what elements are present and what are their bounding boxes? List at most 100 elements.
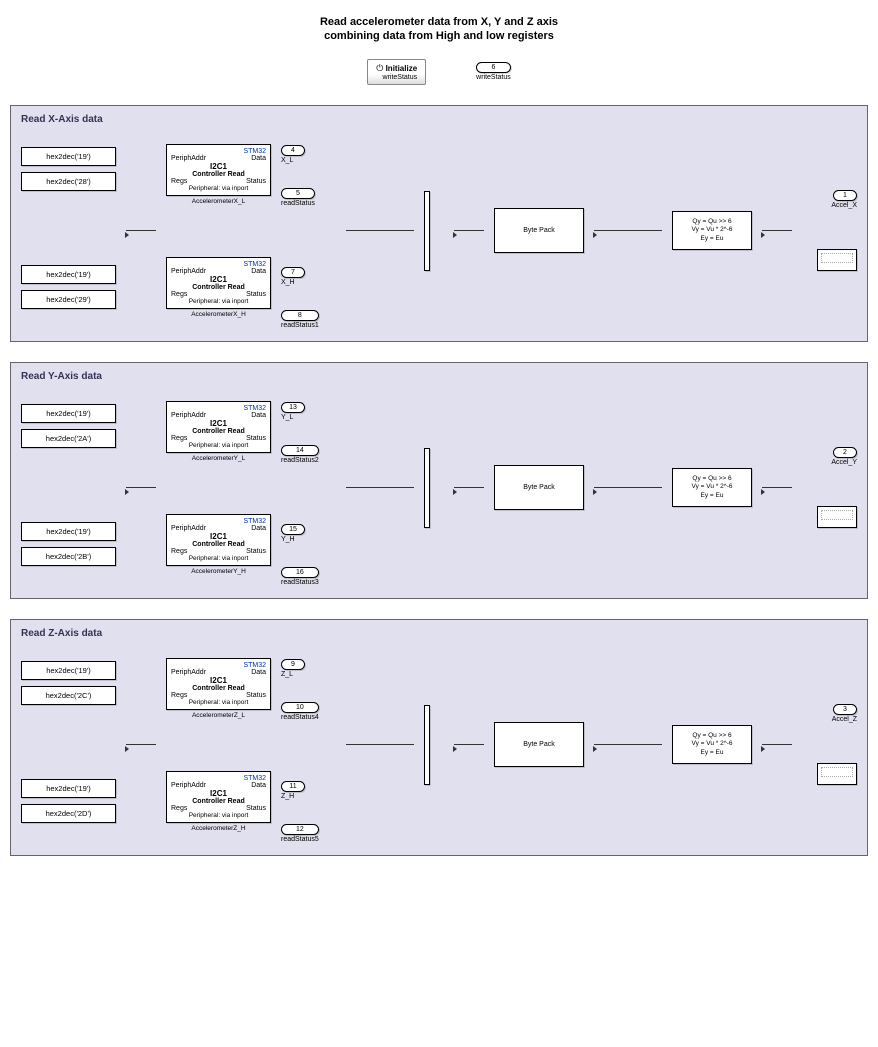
outport-data-high[interactable]: 11 — [281, 781, 305, 792]
shift-arithmetic-block[interactable]: Qy = Qu >> 6 Vy = Vu * 2^-6 Ey = Eu — [672, 725, 752, 764]
peripheral-text: Peripheral: via inport — [171, 699, 266, 706]
i2c-reader-low[interactable]: STM32 PeriphAddrData I2C1 Controller Rea… — [166, 401, 271, 453]
peripheral-text: Peripheral: via inport — [171, 812, 266, 819]
display-block[interactable] — [817, 249, 857, 271]
outport-status-low[interactable]: 5 — [281, 188, 315, 199]
outport-status-low-label: readStatus2 — [281, 457, 319, 464]
outport-writestatus-label: writeStatus — [476, 74, 511, 81]
data-port-high: 7 X_H — [281, 267, 305, 286]
shift-line2: Vy = Vu * 2^-6 — [677, 740, 747, 748]
outport-data-high-label: Y_H — [281, 536, 305, 543]
vendor-label: STM32 — [171, 261, 266, 268]
vendor-label: STM32 — [171, 662, 266, 669]
wire — [454, 487, 484, 488]
byte-pack-block[interactable]: Byte Pack — [494, 208, 584, 253]
const-reg-high[interactable]: hex2dec('2B') — [21, 547, 116, 566]
port-regs: Regs — [171, 692, 187, 699]
const-addr-low[interactable]: hex2dec('19') — [21, 404, 116, 423]
wire — [594, 230, 662, 231]
const-addr-high[interactable]: hex2dec('19') — [21, 265, 116, 284]
outport-data-low[interactable]: 13 — [281, 402, 305, 413]
shift-arithmetic-block[interactable]: Qy = Qu >> 6 Vy = Vu * 2^-6 Ey = Eu — [672, 468, 752, 507]
port-column: 4 X_L 5 readStatus 7 X_H 8 readS — [281, 133, 336, 329]
i2c-reader-high[interactable]: STM32 PeriphAddrData I2C1 Controller Rea… — [166, 514, 271, 566]
outport-status-high[interactable]: 16 — [281, 567, 319, 578]
outport-data-high-label: Z_H — [281, 793, 305, 800]
controller-read-label: Controller Read — [171, 284, 266, 291]
port-status: Status — [246, 435, 266, 442]
const-reg-high[interactable]: hex2dec('2D') — [21, 804, 116, 823]
const-addr-low[interactable]: hex2dec('19') — [21, 661, 116, 680]
outport-data-low[interactable]: 4 — [281, 145, 305, 156]
outport-data-high[interactable]: 15 — [281, 524, 305, 535]
wire — [762, 744, 792, 745]
shift-line3: Ey = Eu — [677, 235, 747, 243]
status-port-low: 14 readStatus2 — [281, 445, 319, 464]
wire — [454, 230, 484, 231]
port-data: Data — [251, 782, 266, 789]
controller-read-label: Controller Read — [171, 798, 266, 805]
outport-accel-label: Accel_Z — [832, 716, 857, 723]
const-reg-low[interactable]: hex2dec('28') — [21, 172, 116, 191]
outport-status-low[interactable]: 14 — [281, 445, 319, 456]
power-icon: ⏻ — [376, 63, 383, 73]
port-column: 9 Z_L 10 readStatus4 11 Z_H 12 r — [281, 647, 336, 843]
initialize-row: ⏻ Initialize writeStatus 6 writeStatus — [10, 59, 868, 85]
const-reg-low[interactable]: hex2dec('2C') — [21, 686, 116, 705]
reader-name-low: AccelerometerY_L — [166, 455, 271, 462]
wire — [346, 487, 414, 488]
constants-column: hex2dec('19') hex2dec('2A') hex2dec('19'… — [21, 390, 116, 586]
port-regs: Regs — [171, 291, 187, 298]
wire — [594, 744, 662, 745]
outport-data-low[interactable]: 9 — [281, 659, 305, 670]
outport-writestatus[interactable]: 6 — [476, 62, 511, 73]
const-reg-low[interactable]: hex2dec('2A') — [21, 429, 116, 448]
mux-block[interactable] — [424, 448, 430, 528]
port-status: Status — [246, 291, 266, 298]
i2c-reader-low[interactable]: STM32 PeriphAddrData I2C1 Controller Rea… — [166, 144, 271, 196]
readers-column: STM32 PeriphAddrData I2C1 Controller Rea… — [166, 647, 271, 843]
axis-outport: 3 Accel_Z — [832, 704, 857, 723]
outport-status-high[interactable]: 8 — [281, 310, 319, 321]
outport-status-high[interactable]: 12 — [281, 824, 319, 835]
port-periphaddr: PeriphAddr — [171, 525, 206, 532]
reader-name-low: AccelerometerZ_L — [166, 712, 271, 719]
controller-read-label: Controller Read — [171, 541, 266, 548]
shift-arithmetic-block[interactable]: Qy = Qu >> 6 Vy = Vu * 2^-6 Ey = Eu — [672, 211, 752, 250]
byte-pack-block[interactable]: Byte Pack — [494, 722, 584, 767]
vendor-label: STM32 — [171, 405, 266, 412]
byte-pack-block[interactable]: Byte Pack — [494, 465, 584, 510]
const-addr-high[interactable]: hex2dec('19') — [21, 522, 116, 541]
const-reg-high[interactable]: hex2dec('29') — [21, 290, 116, 309]
mux-block[interactable] — [424, 705, 430, 785]
outport-data-high-label: X_H — [281, 279, 305, 286]
i2c-reader-low[interactable]: STM32 PeriphAddrData I2C1 Controller Rea… — [166, 658, 271, 710]
section-title: Read X-Axis data — [21, 114, 857, 125]
readers-column: STM32 PeriphAddrData I2C1 Controller Rea… — [166, 133, 271, 329]
bus-label: I2C1 — [171, 532, 266, 541]
peripheral-text: Peripheral: via inport — [171, 555, 266, 562]
display-block[interactable] — [817, 506, 857, 528]
status-port-high: 12 readStatus5 — [281, 824, 319, 843]
const-addr-high[interactable]: hex2dec('19') — [21, 779, 116, 798]
outport-accel[interactable]: 3 — [833, 704, 857, 715]
outport-accel[interactable]: 2 — [833, 447, 857, 458]
port-periphaddr: PeriphAddr — [171, 782, 206, 789]
outport-status-high-label: readStatus3 — [281, 579, 319, 586]
outport-accel[interactable]: 1 — [833, 190, 857, 201]
initialize-block[interactable]: ⏻ Initialize writeStatus — [367, 59, 426, 85]
axis-section: Read Y-Axis data hex2dec('19') hex2dec('… — [10, 362, 868, 599]
i2c-reader-high[interactable]: STM32 PeriphAddrData I2C1 Controller Rea… — [166, 771, 271, 823]
port-status: Status — [246, 805, 266, 812]
port-data: Data — [251, 669, 266, 676]
display-block[interactable] — [817, 763, 857, 785]
data-port-low: 4 X_L — [281, 145, 305, 164]
port-status: Status — [246, 692, 266, 699]
mux-block[interactable] — [424, 191, 430, 271]
outport-status-high-label: readStatus5 — [281, 836, 319, 843]
const-addr-low[interactable]: hex2dec('19') — [21, 147, 116, 166]
outport-status-low[interactable]: 10 — [281, 702, 319, 713]
outport-data-high[interactable]: 7 — [281, 267, 305, 278]
peripheral-text: Peripheral: via inport — [171, 442, 266, 449]
i2c-reader-high[interactable]: STM32 PeriphAddrData I2C1 Controller Rea… — [166, 257, 271, 309]
